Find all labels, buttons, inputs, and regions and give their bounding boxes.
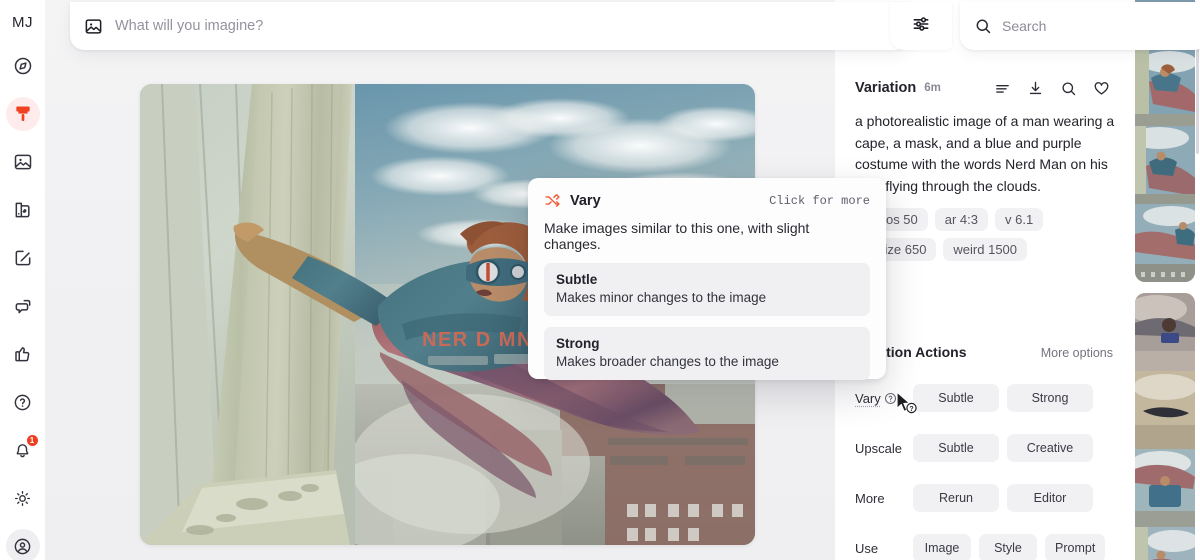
list-item[interactable] <box>1135 449 1195 527</box>
upscale-creative-button[interactable]: Creative <box>1007 434 1093 462</box>
detail-header-actions <box>994 80 1110 97</box>
detail-title: Variation <box>855 80 917 96</box>
image-icon[interactable] <box>84 17 103 36</box>
popover-hint: Click for more <box>769 193 870 208</box>
use-style-button[interactable]: Style <box>979 534 1037 560</box>
creation-actions-rows: Vary Subtle Strong Upscale Subtle Creati… <box>855 373 1115 560</box>
popover-option-subtle[interactable]: Subtle Makes minor changes to the image <box>544 263 870 316</box>
detail-header: Variation 6m <box>855 78 1110 98</box>
app-logo[interactable]: MJ <box>12 14 33 31</box>
user-circle-icon <box>13 537 32 556</box>
action-row-upscale: Upscale Subtle Creative <box>855 423 1115 473</box>
sidebar-item-create[interactable] <box>5 97 40 131</box>
list-item[interactable] <box>1135 527 1195 560</box>
thumbs-up-icon <box>13 344 33 364</box>
sidebar-item-appearance[interactable] <box>6 481 40 515</box>
search-input[interactable] <box>1002 18 1194 34</box>
list-item[interactable] <box>1135 293 1195 371</box>
speech-bubble-icon <box>13 296 33 316</box>
zoom-icon[interactable] <box>1060 80 1077 97</box>
chip-weird[interactable]: weird 1500 <box>943 238 1028 261</box>
midjourney-app-window: MJ 1 NER D MN Variation 6m a photorealis… <box>0 0 1200 560</box>
prompt-text: a photorealistic image of a man wearing … <box>855 113 1115 194</box>
action-buttons-upscale: Subtle Creative <box>913 434 1093 462</box>
question-circle-icon <box>13 393 32 412</box>
sliders-icon <box>911 14 931 39</box>
chip-ar[interactable]: ar 4:3 <box>934 208 989 231</box>
sidebar-item-personalize[interactable] <box>6 193 40 227</box>
sidebar-item-edit[interactable] <box>6 241 40 275</box>
editor-button[interactable]: Editor <box>1007 484 1093 512</box>
question-circle-icon[interactable] <box>884 392 897 405</box>
list-item[interactable] <box>1135 126 1195 204</box>
chip-version[interactable]: v 6.1 <box>995 208 1044 231</box>
rerun-button[interactable]: Rerun <box>913 484 999 512</box>
popover-option-subtle-title: Subtle <box>556 272 598 287</box>
action-buttons-use: Image Style Prompt <box>913 534 1106 560</box>
detail-age: 6m <box>924 82 941 94</box>
use-prompt-button[interactable]: Prompt <box>1045 534 1106 560</box>
shuffle-icon <box>544 192 561 209</box>
rail-secondary-nav: 1 <box>5 385 40 560</box>
palette-icon <box>13 200 33 220</box>
thumb-group <box>1135 293 1195 560</box>
popover-subtitle: Make images similar to this one, with sl… <box>544 220 810 252</box>
list-item[interactable] <box>1135 371 1195 449</box>
top-bar <box>45 0 1200 50</box>
action-label-more: More <box>855 490 885 506</box>
vary-strong-button[interactable]: Strong <box>1007 384 1093 412</box>
imagine-bar[interactable] <box>70 2 910 50</box>
left-rail: MJ 1 <box>0 0 45 560</box>
more-options-link[interactable]: More options <box>1041 346 1113 360</box>
search-icon <box>974 17 992 35</box>
notification-badge: 1 <box>26 435 38 446</box>
creation-actions-header: Creation Actions More options <box>855 344 1113 360</box>
action-row-vary: Vary Subtle Strong <box>855 373 1115 423</box>
sidebar-item-help[interactable] <box>6 385 40 419</box>
action-buttons-more: Rerun Editor <box>913 484 1093 512</box>
sidebar-item-organize[interactable] <box>6 145 40 179</box>
download-icon[interactable] <box>1027 80 1044 97</box>
use-image-button[interactable]: Image <box>913 534 971 560</box>
action-label-vary-text: Vary <box>855 390 881 406</box>
sidebar-item-chat[interactable] <box>6 289 40 323</box>
action-row-use: Use Image Style Prompt <box>855 523 1115 560</box>
parameter-chips: chaos 50 ar 4:3 v 6.1 stylize 650 weird … <box>855 208 1123 261</box>
popover-header: Vary Click for more <box>544 192 870 209</box>
favorite-heart-icon[interactable] <box>1093 80 1110 97</box>
svg-text:NER D MN: NER D MN <box>422 329 533 351</box>
sidebar-item-explore[interactable] <box>6 49 40 83</box>
popover-option-strong[interactable]: Strong Makes broader changes to the imag… <box>544 327 870 380</box>
action-label-use: Use <box>855 540 879 556</box>
vary-subtle-button[interactable]: Subtle <box>913 384 999 412</box>
imagine-input[interactable] <box>115 18 896 34</box>
sidebar-item-rate[interactable] <box>6 337 40 371</box>
compass-icon <box>13 56 33 76</box>
upscale-subtle-button[interactable]: Subtle <box>913 434 999 462</box>
action-label-vary[interactable]: Vary <box>855 391 913 406</box>
popover-option-strong-desc: Makes broader changes to the image <box>556 354 779 369</box>
list-item[interactable] <box>1135 48 1195 126</box>
details-icon[interactable] <box>994 80 1011 97</box>
paintbrush-icon <box>13 104 33 124</box>
sidebar-item-notifications[interactable]: 1 <box>6 433 40 467</box>
vary-tooltip-popover: Vary Click for more Make images similar … <box>528 178 886 380</box>
popover-option-subtle-desc: Makes minor changes to the image <box>556 290 767 305</box>
popover-option-strong-title: Strong <box>556 336 600 351</box>
search-bar[interactable] <box>960 2 1200 50</box>
pencil-square-icon <box>13 248 33 268</box>
generation-settings-button[interactable] <box>890 2 952 50</box>
list-item[interactable] <box>1135 204 1195 282</box>
action-buttons-vary: Subtle Strong <box>913 384 1093 412</box>
rail-primary-nav <box>5 49 40 385</box>
popover-title: Vary <box>570 192 601 209</box>
sun-icon <box>13 489 32 508</box>
thumbnail-strip[interactable] <box>1130 0 1200 560</box>
image-icon <box>13 152 33 172</box>
action-row-more: More Rerun Editor <box>855 473 1115 523</box>
action-label-upscale: Upscale <box>855 440 902 456</box>
avatar[interactable] <box>5 529 40 560</box>
